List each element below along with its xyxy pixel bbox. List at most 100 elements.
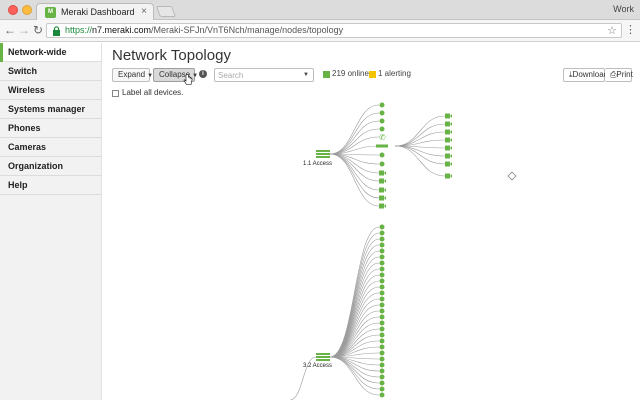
switch-1-1-access[interactable] (316, 150, 330, 158)
device-node[interactable] (379, 332, 385, 338)
camera-node-icon[interactable] (379, 195, 384, 201)
topology-link[interactable] (329, 356, 380, 378)
device-node[interactable] (379, 266, 385, 272)
close-window-button[interactable] (8, 5, 18, 15)
device-node[interactable] (379, 386, 385, 392)
topology-link[interactable] (329, 153, 380, 182)
print-label: Print (616, 70, 633, 79)
device-node[interactable] (379, 224, 385, 230)
device-node[interactable] (379, 362, 385, 368)
device-node[interactable] (379, 161, 385, 167)
topology-graph[interactable]: ✆ (102, 100, 640, 400)
device-node[interactable] (379, 350, 385, 356)
back-arrow-icon[interactable]: ← (4, 23, 16, 37)
expand-button[interactable]: Expand ▼ (112, 68, 153, 82)
device-node[interactable] (379, 380, 385, 386)
sidebar-item-wireless[interactable]: Wireless (0, 81, 101, 100)
device-node[interactable] (379, 110, 385, 116)
sidebar-item-network-wide[interactable]: Network-wide (0, 43, 101, 62)
topology-link[interactable] (329, 274, 380, 358)
camera-node-icon[interactable] (445, 113, 450, 119)
device-node[interactable] (379, 326, 385, 332)
topology-link[interactable] (329, 153, 380, 191)
device-node[interactable] (379, 102, 385, 108)
camera-node-icon[interactable] (379, 170, 384, 176)
device-node[interactable] (379, 230, 385, 236)
topology-link[interactable] (329, 112, 380, 155)
device-node[interactable] (379, 260, 385, 266)
search-input[interactable] (218, 70, 302, 80)
bookmark-star-icon[interactable]: ☆ (607, 24, 617, 37)
download-button[interactable]: ⤓Download (563, 68, 608, 82)
switch-3-2-access[interactable] (316, 353, 330, 361)
camera-node-icon[interactable] (379, 187, 384, 193)
info-icon[interactable]: i (199, 70, 207, 78)
topology-link[interactable] (394, 145, 446, 177)
device-node[interactable] (379, 284, 385, 290)
device-node[interactable] (379, 254, 385, 260)
device-node[interactable] (379, 118, 385, 124)
device-node[interactable] (379, 296, 385, 302)
chevron-down-icon[interactable]: ▼ (303, 72, 309, 78)
sidebar-item-switch[interactable]: Switch (0, 62, 101, 81)
device-node[interactable] (379, 248, 385, 254)
topology-link[interactable] (329, 250, 380, 358)
topology-link[interactable] (394, 115, 446, 147)
topology-link[interactable] (329, 153, 380, 199)
camera-node-icon[interactable] (445, 145, 450, 151)
topology-link[interactable] (329, 268, 380, 358)
camera-node-icon[interactable] (445, 129, 450, 135)
forward-arrow-icon[interactable]: → (18, 23, 30, 37)
topology-link[interactable] (394, 145, 446, 157)
camera-node-icon[interactable] (445, 173, 450, 179)
phone-node-icon[interactable]: ✆ (379, 133, 386, 142)
browser-menu-icon[interactable]: ⋮ (625, 23, 636, 36)
device-node[interactable] (379, 242, 385, 248)
device-node[interactable] (379, 368, 385, 374)
minimize-window-button[interactable] (22, 5, 32, 15)
topology-link[interactable] (329, 310, 380, 358)
camera-node-icon[interactable] (445, 137, 450, 143)
device-node[interactable] (379, 126, 385, 132)
topology-link[interactable] (394, 131, 446, 147)
camera-node-icon[interactable] (445, 153, 450, 159)
device-node[interactable] (379, 320, 385, 326)
new-tab-button[interactable] (155, 6, 177, 17)
device-node[interactable] (379, 344, 385, 350)
diamond-marker[interactable] (507, 171, 517, 181)
device-node[interactable] (379, 236, 385, 242)
label-all-devices-checkbox[interactable] (112, 90, 119, 97)
device-node[interactable] (379, 338, 385, 344)
device-node[interactable] (379, 374, 385, 380)
switch-node-icon[interactable] (376, 144, 388, 148)
camera-node-icon[interactable] (379, 203, 384, 209)
camera-node-icon[interactable] (445, 121, 450, 127)
sidebar-item-phones[interactable]: Phones (0, 119, 101, 138)
device-node[interactable] (379, 278, 385, 284)
browser-tab[interactable]: M Meraki Dashboard × (36, 3, 154, 20)
sidebar-item-systems-manager[interactable]: Systems manager (0, 100, 101, 119)
device-node[interactable] (379, 302, 385, 308)
print-button[interactable]: ⎙Print (605, 68, 633, 82)
sidebar-item-organization[interactable]: Organization (0, 157, 101, 176)
search-field[interactable]: ▼ (214, 68, 314, 82)
device-node[interactable] (379, 290, 385, 296)
camera-node-icon[interactable] (379, 178, 384, 184)
device-node[interactable] (379, 392, 385, 398)
topology-link[interactable] (329, 238, 380, 358)
profile-name[interactable]: Work (613, 4, 634, 14)
device-node[interactable] (379, 314, 385, 320)
topology-link[interactable] (329, 316, 380, 358)
url-field[interactable]: https://n7.meraki.com/Meraki-SFJn/VnT6Nc… (46, 23, 622, 38)
reload-icon[interactable]: ↻ (32, 23, 44, 37)
device-node[interactable] (379, 308, 385, 314)
device-node[interactable] (379, 356, 385, 362)
device-node[interactable] (379, 272, 385, 278)
tab-close-icon[interactable]: × (141, 6, 147, 17)
camera-node-icon[interactable] (445, 161, 450, 167)
topology-link[interactable] (329, 356, 380, 390)
sidebar-item-cameras[interactable]: Cameras (0, 138, 101, 157)
sidebar-item-help[interactable]: Help (0, 176, 101, 195)
device-node[interactable] (379, 152, 385, 158)
topology-link[interactable] (329, 136, 380, 155)
